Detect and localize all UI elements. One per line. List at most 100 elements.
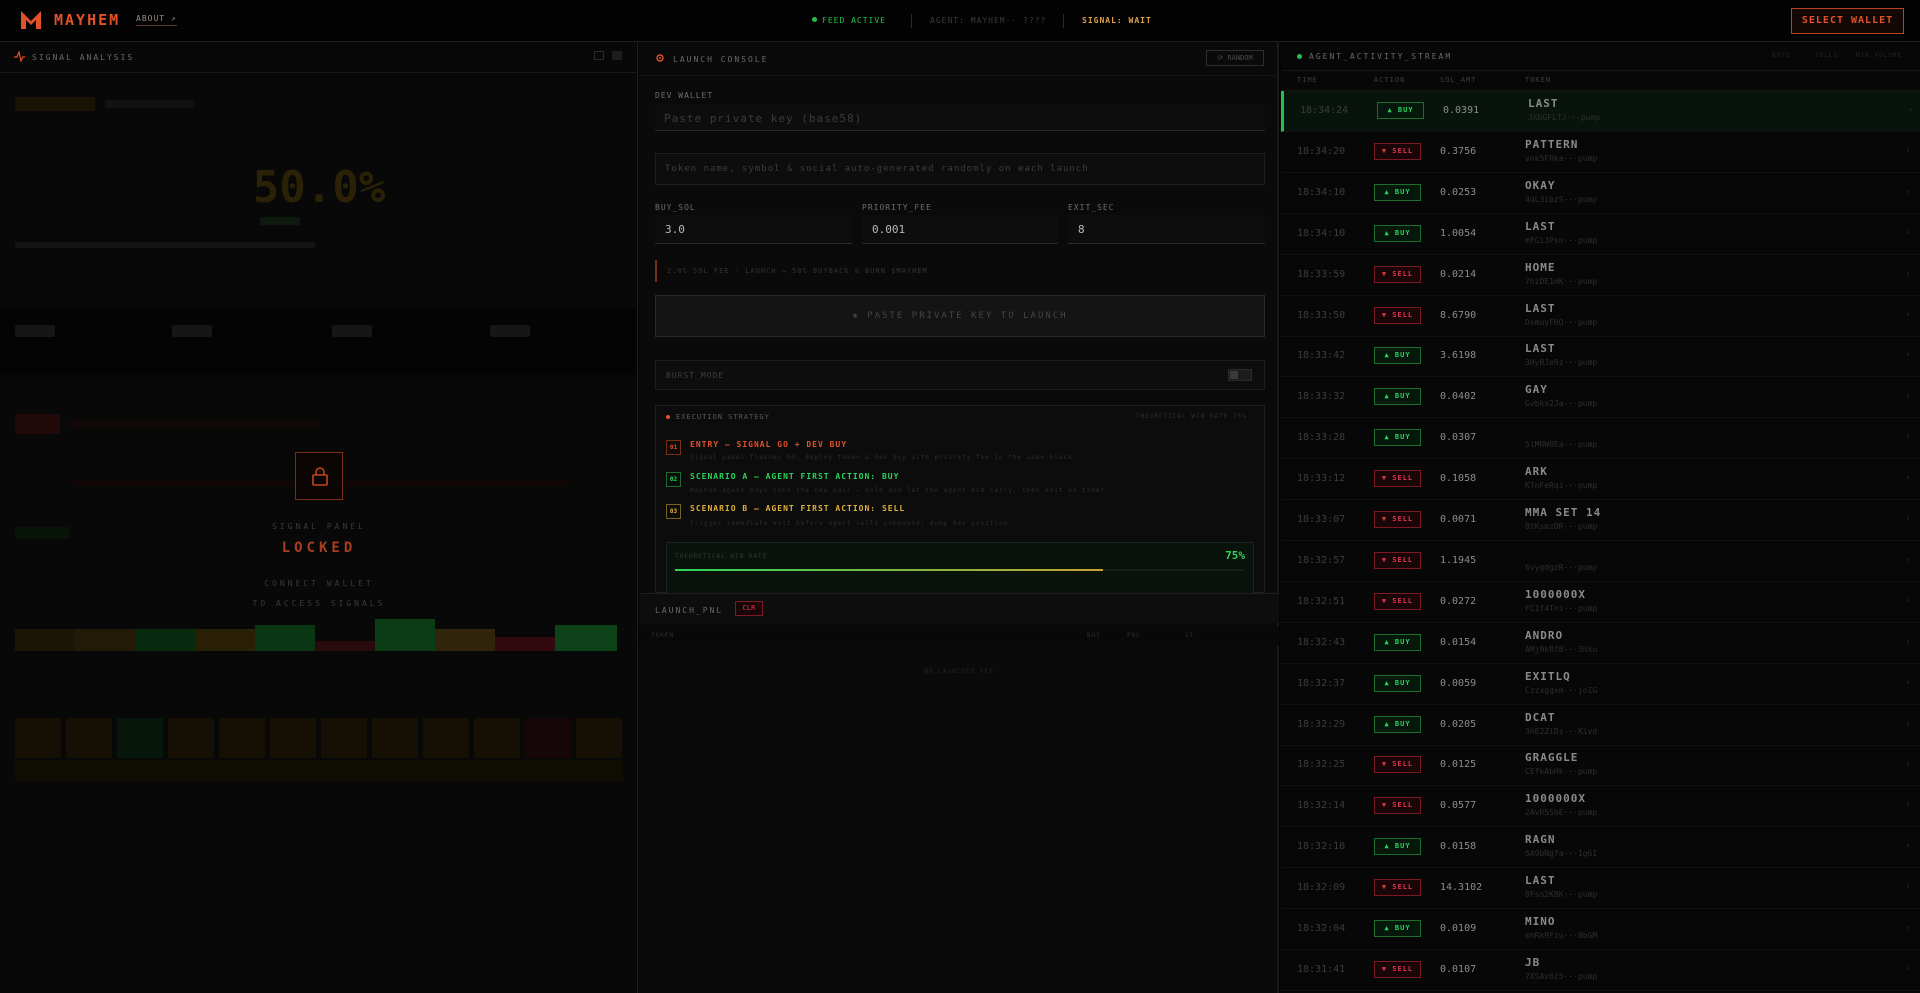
win-rate-fill — [675, 569, 1103, 571]
activity-row[interactable]: 18:32:37 ▲ BUY 0.0059 EXITLQ Czzxggxm···joIG… — [1281, 664, 1920, 705]
row-link-icon[interactable]: › — [1905, 269, 1910, 279]
row-token-address[interactable]: KTnFeRqi···pump — [1525, 481, 1597, 490]
row-token-address[interactable]: mhRk9Fzu···BbGM — [1525, 931, 1597, 940]
row-time: 18:34:10 — [1297, 227, 1346, 239]
heat-cell — [15, 629, 75, 651]
win-rate-label: THEORETICAL WIN RATE — [675, 553, 768, 560]
row-token-name: 1000000X — [1525, 792, 1586, 806]
row-token-address[interactable]: 3HyBJe9z···pump — [1525, 358, 1597, 367]
filter-min-volume[interactable]: MIN VOLUME — [1856, 52, 1902, 59]
activity-row[interactable]: 18:33:07 ▼ SELL 0.0071 MMA SET 14 8tKsmzDR··… — [1281, 500, 1920, 541]
activity-row[interactable]: 18:34:10 ▲ BUY 0.0253 OKAY 4dL3ibzS···pump › — [1281, 173, 1920, 214]
filter-sells[interactable]: SELLS — [1815, 52, 1838, 59]
row-token-address[interactable]: 5iMRW8Ea···pump — [1525, 440, 1597, 449]
row-token-address[interactable]: 8tKsmzDR···pump — [1525, 522, 1597, 531]
row-token-address[interactable]: mFGi3Psn···pump — [1525, 236, 1597, 245]
row-link-icon[interactable]: › — [1905, 841, 1910, 851]
filter-buys[interactable]: BUYS — [1772, 52, 1790, 59]
activity-row[interactable]: 18:31:41 ▼ SELL 0.0107 JB 7XSAx6z5···pump › — [1281, 950, 1920, 991]
about-link[interactable]: ABOUT ↗ — [136, 14, 177, 26]
row-link-icon[interactable]: › — [1905, 719, 1910, 729]
triangle-down-icon: ▼ — [1381, 883, 1393, 892]
row-link-icon[interactable]: › — [1905, 759, 1910, 769]
activity-row[interactable]: 18:34:10 ▲ BUY 1.0054 LAST mFGi3Psn···pump › — [1281, 214, 1920, 255]
activity-row[interactable]: 18:33:32 ▲ BUY 0.0402 GAY Gvbkx2Ja···pump › — [1281, 377, 1920, 419]
row-link-icon[interactable]: › — [1905, 678, 1910, 688]
activity-row[interactable]: 18:32:14 ▼ SELL 0.0577 1000000X 2AvR5SbE···p… — [1281, 786, 1920, 828]
row-token-address[interactable]: AMj9kRfB···3hku — [1525, 645, 1597, 654]
row-link-icon[interactable]: › — [1905, 228, 1910, 238]
settings-icon[interactable] — [612, 51, 622, 60]
row-token-name: MMA SET 14 — [1525, 506, 1602, 519]
row-token-name: MINO — [1525, 915, 1556, 928]
row-token-address[interactable]: CEfkAbHk···pump — [1525, 767, 1597, 776]
row-token-address[interactable]: 7XSAx6z5···pump — [1525, 972, 1597, 981]
row-link-icon[interactable]: › — [1905, 146, 1910, 156]
activity-row[interactable]: 18:33:28 ▲ BUY 0.0307 5iMRW8Ea···pump › — [1281, 418, 1920, 460]
activity-row[interactable]: 18:32:57 ▼ SELL 1.1945 6vygdgzR···pump › — [1281, 541, 1920, 582]
activity-row[interactable]: 18:32:04 ▲ BUY 0.0109 MINO mhRk9Fzu···BbGM › — [1281, 909, 1920, 950]
row-token-address[interactable]: Czzxggxm···joIG — [1525, 686, 1597, 695]
row-link-icon[interactable]: › — [1905, 555, 1910, 565]
row-sol-amount: 0.0214 — [1440, 268, 1477, 280]
row-link-icon[interactable]: › — [1905, 637, 1910, 647]
action-badge: ▲ BUY — [1374, 429, 1421, 447]
grid-cell — [117, 718, 163, 758]
activity-row[interactable]: 18:33:42 ▲ BUY 3.6198 LAST 3HyBJe9z···pump › — [1281, 336, 1920, 378]
clear-button[interactable]: CLR — [735, 601, 763, 616]
expand-icon[interactable] — [594, 51, 604, 60]
grid-cell — [168, 718, 214, 758]
row-token-address[interactable]: 8Fsn2KBK···pump — [1525, 890, 1597, 899]
burst-mode-toggle[interactable] — [1228, 369, 1252, 381]
row-link-icon[interactable]: › — [1905, 391, 1910, 401]
row-token-address[interactable]: 3XbGFLTJ···pump — [1528, 113, 1600, 122]
row-link-icon[interactable]: › — [1905, 882, 1910, 892]
buy-sol-value: 3.0 — [665, 223, 685, 236]
activity-row[interactable]: 18:33:59 ▼ SELL 0.0214 HOME 7hzDE1mK···pump › — [1281, 255, 1920, 296]
random-button[interactable]: ⟳ RANDOM — [1206, 50, 1264, 66]
select-wallet-button[interactable]: SELECT WALLET — [1791, 8, 1904, 34]
brand-name[interactable]: MAYHEM — [54, 11, 120, 29]
row-link-icon[interactable]: › — [1905, 473, 1910, 483]
activity-row[interactable]: 18:32:25 ▼ SELL 0.0125 GRAGGLE CEfkAbHk···pu… — [1281, 745, 1920, 787]
row-token-address[interactable]: FC1f4Tni···pump — [1525, 604, 1597, 613]
row-link-icon[interactable]: › — [1905, 596, 1910, 606]
row-time: 18:32:57 — [1297, 554, 1346, 566]
activity-row[interactable]: 18:33:12 ▼ SELL 0.1058 ARK KTnFeRqi···pump › — [1281, 459, 1920, 501]
exit-sec-input[interactable] — [1068, 215, 1265, 244]
activity-row[interactable]: 18:34:24 ▲ BUY 0.0391 LAST 3XbGFLTJ···pump › — [1281, 91, 1920, 132]
row-sol-amount: 0.0059 — [1440, 677, 1477, 689]
row-token-address[interactable]: 5A9bNgfa···1g6I — [1525, 849, 1597, 858]
activity-row[interactable]: 18:32:51 ▼ SELL 0.0272 1000000X FC1f4Tni···p… — [1281, 582, 1920, 623]
row-sol-amount: 0.0402 — [1440, 391, 1477, 403]
win-rate-box: THEORETICAL WIN RATE 75% — [666, 542, 1254, 594]
activity-row[interactable]: 18:32:10 ▲ BUY 0.0158 RAGN 5A9bNgfa···1g6I › — [1281, 827, 1920, 869]
row-sol-amount: 0.0071 — [1440, 514, 1477, 525]
row-token-address[interactable]: 4dL3ibzS···pump — [1525, 195, 1597, 204]
signal-status: SIGNAL: WAIT — [1082, 16, 1152, 25]
activity-row[interactable]: 18:33:50 ▼ SELL 8.6790 LAST DsmuyFHQ···pump › — [1281, 296, 1920, 337]
row-token-address[interactable]: 7hzDE1mK···pump — [1525, 277, 1597, 286]
activity-row[interactable]: 18:34:20 ▼ SELL 0.3756 PATTERN vnk5FRka···pu… — [1281, 132, 1920, 173]
row-token-name: HOME — [1525, 260, 1556, 274]
heat-cell — [135, 629, 195, 651]
row-token-address[interactable]: 6vygdgzR···pump — [1525, 563, 1597, 572]
row-sol-amount: 0.0125 — [1440, 759, 1477, 771]
activity-row[interactable]: 18:32:43 ▲ BUY 0.0154 ANDRO AMj9kRfB···3hku › — [1281, 623, 1920, 664]
row-link-icon[interactable]: › — [1905, 964, 1910, 974]
row-link-icon[interactable]: › — [1905, 800, 1910, 810]
row-link-icon[interactable]: › — [1908, 105, 1913, 115]
row-link-icon[interactable]: › — [1905, 187, 1910, 197]
row-link-icon[interactable]: › — [1905, 350, 1910, 360]
activity-row[interactable]: 18:32:09 ▼ SELL 14.3102 LAST 8Fsn2KBK···pump… — [1281, 868, 1920, 910]
row-link-icon[interactable]: › — [1905, 514, 1910, 524]
row-token-address[interactable]: 3hE2ZiDs···Kivd — [1525, 727, 1597, 736]
row-token-address[interactable]: 2AvR5SbE···pump — [1525, 808, 1597, 817]
row-link-icon[interactable]: › — [1905, 432, 1910, 442]
row-token-address[interactable]: vnk5FRka···pump — [1525, 154, 1597, 163]
activity-row[interactable]: 18:32:29 ▲ BUY 0.0205 DCAT 3hE2ZiDs···Kivd › — [1281, 705, 1920, 746]
row-token-address[interactable]: DsmuyFHQ···pump — [1525, 318, 1597, 327]
row-link-icon[interactable]: › — [1905, 923, 1910, 933]
row-link-icon[interactable]: › — [1905, 310, 1910, 320]
row-token-address[interactable]: Gvbkx2Ja···pump — [1525, 399, 1597, 408]
